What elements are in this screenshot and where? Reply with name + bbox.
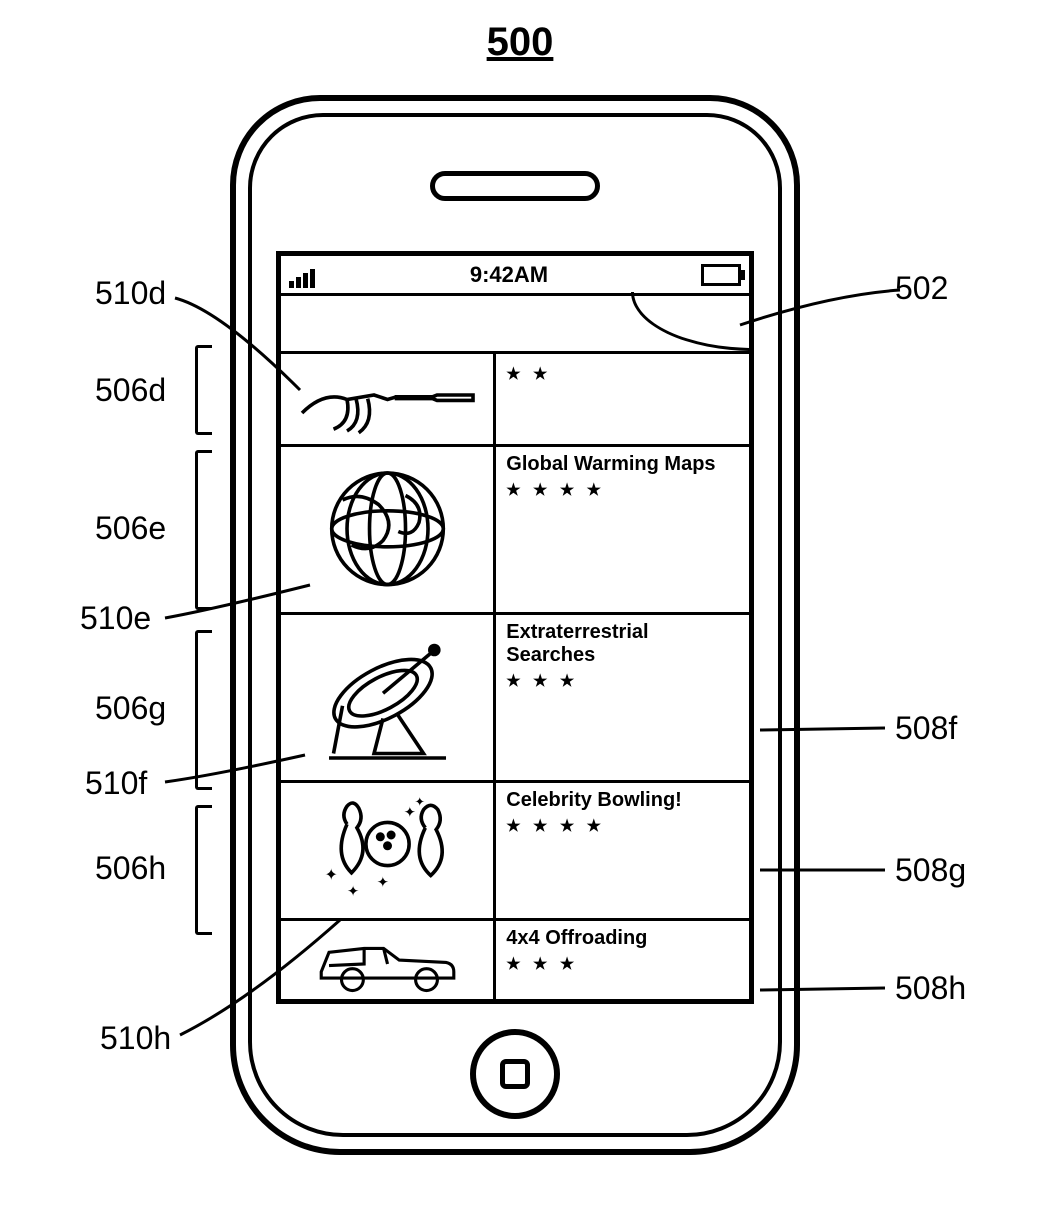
rating-stars: ★ ★ ★ [506,671,739,691]
list-item[interactable]: 4x4 Offroading ★ ★ ★ [281,921,749,999]
list-item[interactable]: ★ ★ [281,354,749,447]
rating-stars: ★ ★ ★ ★ [506,816,739,836]
status-time: 9:42AM [470,262,548,288]
header-band [281,296,749,354]
list-item[interactable]: ✦ ✦ ✦ ✦ ✦ Celebrity Bowling! ★ ★ ★ ★ [281,783,749,921]
brace-506d [195,345,198,435]
brace-506e [195,450,198,610]
callout-510f: 510f [85,765,147,802]
earpiece-icon [430,171,600,201]
list-item[interactable]: Extraterrestrial Searches ★ ★ ★ [281,615,749,783]
rating-stars: ★ ★ ★ ★ [506,480,739,500]
app-list[interactable]: ★ ★ [281,354,749,999]
screen: 9:42AM [276,251,754,1004]
callout-508f: 508f [895,710,957,747]
svg-text:✦: ✦ [324,866,338,884]
phone-body: 9:42AM [230,95,800,1155]
callout-510d: 510d [95,275,166,312]
list-item-title: Celebrity Bowling! [506,789,739,812]
brace-506g [195,630,198,790]
callout-506h: 506h [95,850,166,887]
svg-text:✦: ✦ [414,795,425,809]
signal-icon [289,262,317,288]
callout-508g: 508g [895,852,966,889]
rating-stars: ★ ★ ★ [506,954,739,974]
list-item-title: Extraterrestrial Searches [506,621,739,667]
brace-506h [195,805,198,935]
screwdriver-icon [281,354,496,444]
callout-510h: 510h [100,1020,171,1057]
callout-506g: 506g [95,690,166,727]
svg-text:✦: ✦ [376,875,388,891]
callout-510e: 510e [80,600,151,637]
header-swoop [631,292,754,351]
callout-502: 502 [895,270,948,307]
svg-text:✦: ✦ [347,884,359,900]
bowling-icon: ✦ ✦ ✦ ✦ ✦ [281,783,496,918]
truck-icon [281,921,496,999]
satellite-dish-icon [281,615,496,780]
callout-508h: 508h [895,970,966,1007]
figure-number: 500 [0,20,1040,65]
home-button[interactable] [470,1029,560,1119]
list-item-title: 4x4 Offroading [506,927,739,950]
globe-icon [281,447,496,612]
list-item[interactable]: Global Warming Maps ★ ★ ★ ★ [281,447,749,615]
battery-icon [701,264,741,286]
callout-506d: 506d [95,372,166,409]
list-item-title: Global Warming Maps [506,453,739,476]
rating-stars: ★ ★ [506,364,739,384]
callout-506e: 506e [95,510,166,547]
status-bar: 9:42AM [281,256,749,296]
